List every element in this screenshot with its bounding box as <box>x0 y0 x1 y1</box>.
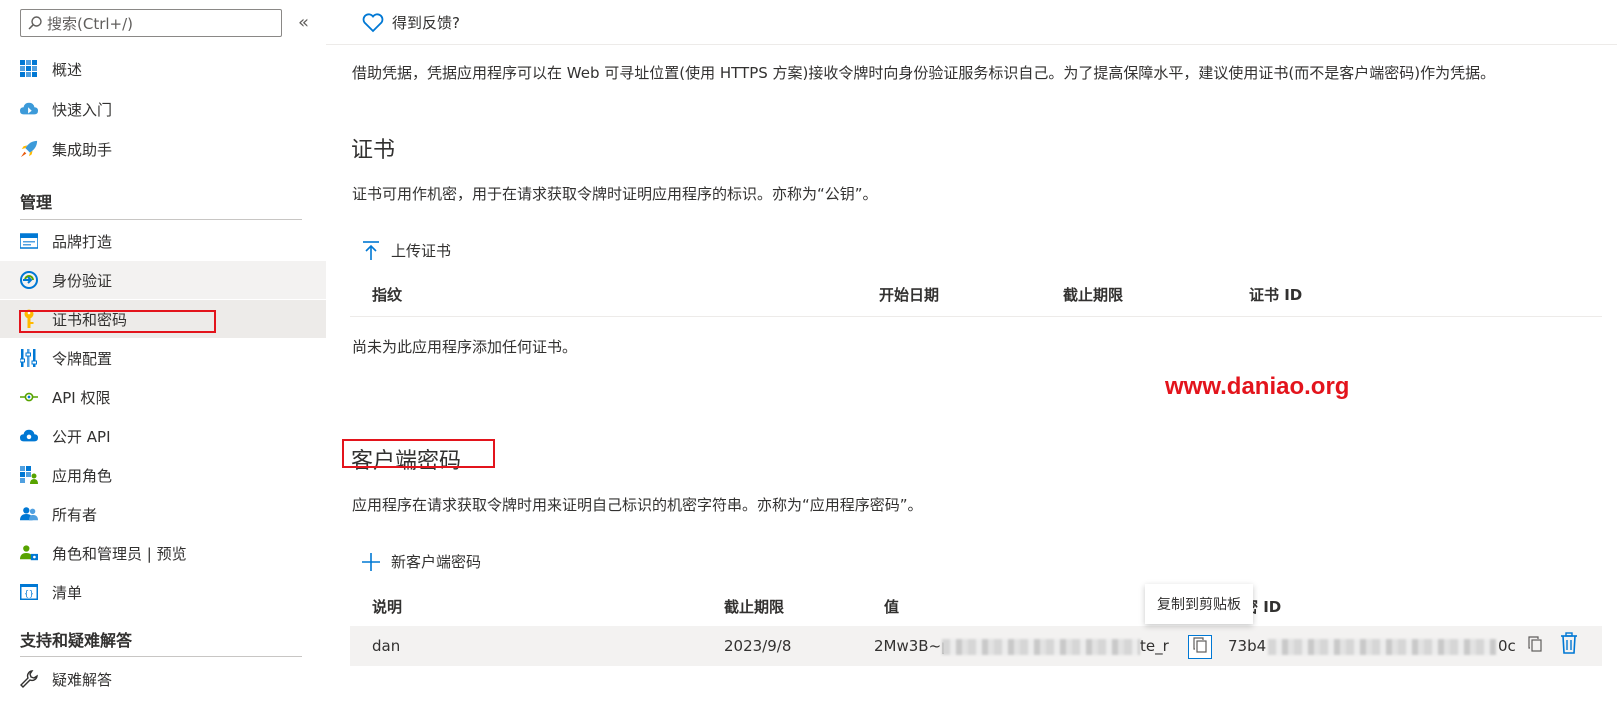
cert-empty-text: 尚未为此应用程序添加任何证书。 <box>352 338 578 356</box>
heart-icon <box>362 12 384 33</box>
feedback-button[interactable]: 得到反馈? <box>362 12 460 33</box>
secret-description-cell: dan <box>372 637 401 655</box>
delete-secret-button[interactable] <box>1558 632 1580 658</box>
search-placeholder: 搜索(Ctrl+/) <box>47 14 134 33</box>
new-client-secret-label: 新客户端密码 <box>391 553 482 571</box>
secret-id-redacted <box>1268 639 1496 655</box>
support-section-title: 支持和疑难解答 <box>20 631 133 650</box>
certificates-heading: 证书 <box>351 138 396 163</box>
sidebar-item-label: 疑难解答 <box>52 670 113 689</box>
table-row[interactable]: dan 2023/9/8 2Mw3B~p te_r 73b4 0c <box>350 626 1602 666</box>
sidebar-item-label: 概述 <box>52 60 83 79</box>
search-icon <box>27 15 43 31</box>
header-divider <box>326 44 1617 45</box>
sidebar: 搜索(Ctrl+/) « 概述 快速入门 集成助手 管理 品牌打造 身份验证 证… <box>0 0 326 724</box>
secret-value-redacted <box>942 639 1140 655</box>
app-roles-icon <box>20 466 38 484</box>
manage-section-title: 管理 <box>20 193 53 212</box>
sidebar-item-app-roles[interactable]: 应用角色 <box>0 456 326 494</box>
sidebar-item-label: 集成助手 <box>52 140 113 159</box>
sidebar-item-quickstart[interactable]: 快速入门 <box>0 90 326 128</box>
collapse-sidebar-button[interactable]: « <box>298 12 309 33</box>
sidebar-item-authentication[interactable]: 身份验证 <box>0 261 326 299</box>
sidebar-item-label: 身份验证 <box>52 271 113 290</box>
highlight-box-client-secrets <box>342 439 495 468</box>
upload-certificate-label: 上传证书 <box>391 242 452 260</box>
overview-grid-icon <box>20 60 38 78</box>
copy-tooltip: 复制到剪贴板 <box>1145 584 1253 624</box>
highlight-box-certificates <box>19 310 216 333</box>
secret-col-description: 说明 <box>372 598 403 616</box>
sidebar-item-label: 令牌配置 <box>52 349 113 368</box>
sidebar-item-label: 品牌打造 <box>52 232 113 251</box>
secret-value-end: te_r <box>1140 637 1169 655</box>
sidebar-item-label: API 权限 <box>52 388 111 407</box>
sidebar-item-expose-api[interactable]: 公开 API <box>0 417 326 455</box>
cert-col-expires: 截止期限 <box>1063 286 1124 304</box>
intro-text: 借助凭据，凭据应用程序可以在 Web 可寻址位置(使用 HTTPS 方案)接收令… <box>352 64 1496 82</box>
search-box[interactable]: 搜索(Ctrl+/) <box>20 9 282 37</box>
cert-col-id: 证书 ID <box>1249 286 1303 304</box>
authentication-icon <box>20 271 38 289</box>
branding-icon <box>20 232 38 250</box>
sidebar-item-api-permissions[interactable]: API 权限 <box>0 378 326 416</box>
sidebar-item-label: 清单 <box>52 583 83 602</box>
cert-col-start-date: 开始日期 <box>879 286 940 304</box>
roles-admins-icon <box>20 544 38 562</box>
secret-expires-cell: 2023/9/8 <box>724 637 792 655</box>
cloud-quickstart-icon <box>20 100 38 118</box>
trash-icon <box>1560 632 1578 658</box>
upload-certificate-button[interactable]: 上传证书 <box>361 240 451 261</box>
sidebar-item-label: 角色和管理员 | 预览 <box>52 544 187 563</box>
secret-value-start: 2Mw3B~p <box>874 637 951 655</box>
sidebar-item-roles-admins[interactable]: 角色和管理员 | 预览 <box>0 534 326 572</box>
secret-id-end: 0c <box>1498 637 1516 655</box>
rocket-icon <box>20 140 38 158</box>
sidebar-item-owners[interactable]: 所有者 <box>0 495 326 533</box>
secret-col-expires: 截止期限 <box>724 598 785 616</box>
sidebar-item-overview[interactable]: 概述 <box>0 50 326 88</box>
manage-divider <box>20 219 302 220</box>
owners-icon <box>20 505 38 523</box>
copy-icon <box>1528 636 1542 656</box>
certificates-description: 证书可用作机密，用于在请求获取令牌时证明应用程序的标识。亦称为“公钥”。 <box>352 185 878 203</box>
plus-icon <box>361 552 381 572</box>
sidebar-item-label: 应用角色 <box>52 466 113 485</box>
manifest-icon: {} <box>20 583 38 601</box>
feedback-label: 得到反馈? <box>392 14 460 32</box>
support-divider <box>20 656 302 657</box>
token-config-icon <box>20 349 38 367</box>
sidebar-item-label: 公开 API <box>52 427 111 446</box>
cert-header-divider <box>350 316 1602 317</box>
cloud-api-icon <box>20 427 38 445</box>
watermark: www.daniao.org <box>1165 373 1350 400</box>
client-secrets-description: 应用程序在请求获取令牌时用来证明自己标识的机密字符串。亦称为“应用程序密码”。 <box>352 496 923 514</box>
api-permissions-icon <box>20 388 38 406</box>
sidebar-item-manifest[interactable]: {} 清单 <box>0 573 326 611</box>
sidebar-item-branding[interactable]: 品牌打造 <box>0 222 326 260</box>
sidebar-item-troubleshooting[interactable]: 疑难解答 <box>0 660 326 698</box>
svg-text:{}: {} <box>24 589 34 598</box>
copy-icon <box>1193 637 1207 657</box>
new-client-secret-button[interactable]: 新客户端密码 <box>361 551 481 572</box>
sidebar-item-token-configuration[interactable]: 令牌配置 <box>0 339 326 377</box>
sidebar-item-label: 快速入门 <box>52 100 113 119</box>
sidebar-item-integration-assistant[interactable]: 集成助手 <box>0 130 326 168</box>
secret-id-start: 73b4 <box>1228 637 1267 655</box>
upload-icon <box>361 240 381 261</box>
cert-col-thumbprint: 指纹 <box>372 286 403 304</box>
wrench-icon <box>20 670 38 688</box>
copy-id-button[interactable] <box>1524 635 1546 657</box>
secret-col-value: 值 <box>884 598 900 616</box>
sidebar-item-label: 所有者 <box>52 505 98 524</box>
copy-value-button[interactable] <box>1188 635 1212 659</box>
